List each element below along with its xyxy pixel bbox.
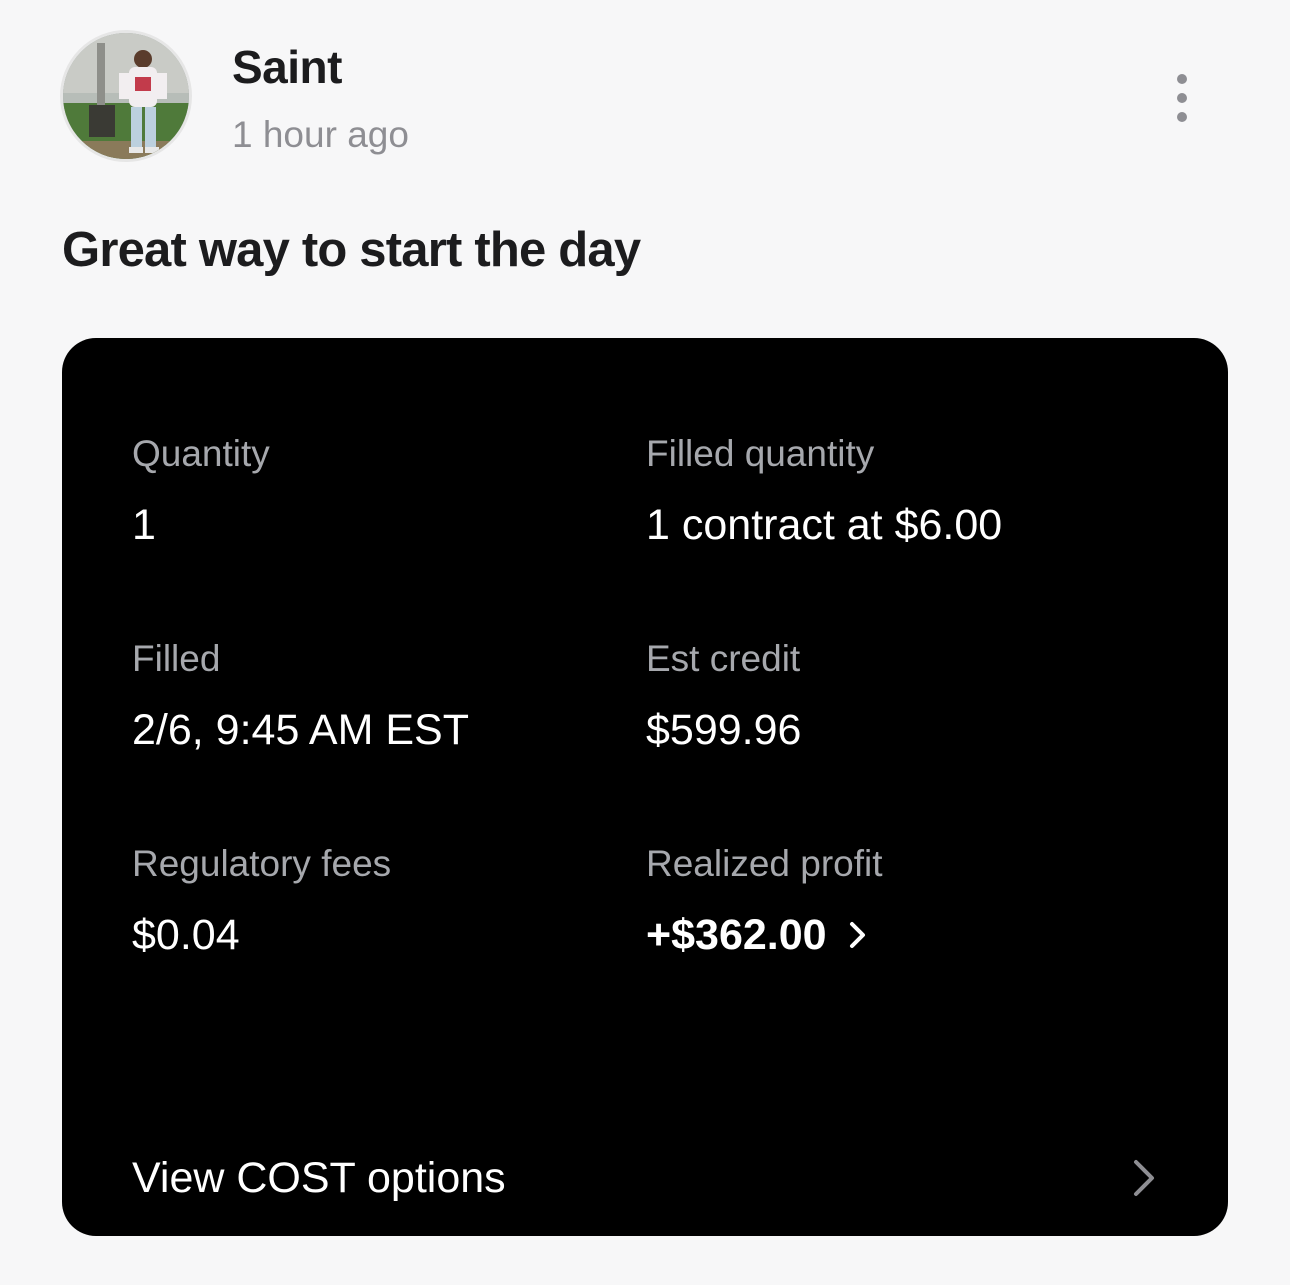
filled-quantity-label: Filled quantity — [646, 433, 875, 474]
post-header: Saint 1 hour ago — [60, 30, 1230, 170]
realized-profit-field[interactable]: Realized profit +$362.00 — [646, 842, 883, 960]
est-credit-field: Est credit $599.96 — [646, 637, 801, 755]
filled-quantity-field: Filled quantity 1 contract at $6.00 — [646, 432, 1002, 550]
author-name[interactable]: Saint — [232, 40, 342, 94]
regulatory-fees-field: Regulatory fees $0.04 — [132, 842, 391, 960]
realized-profit-label: Realized profit — [646, 843, 883, 884]
view-options-row[interactable]: View COST options — [132, 1150, 1156, 1206]
chevron-right-icon — [849, 922, 865, 948]
post-caption: Great way to start the day — [62, 223, 641, 277]
regulatory-fees-value: $0.04 — [132, 911, 240, 959]
menu-dot — [1177, 74, 1187, 84]
realized-profit-link[interactable]: +$362.00 — [646, 910, 883, 960]
est-credit-value: $599.96 — [646, 706, 802, 754]
realized-profit-value: +$362.00 — [646, 911, 827, 959]
avatar-photo — [63, 33, 189, 159]
filled-quantity-value: 1 contract at $6.00 — [646, 501, 1003, 549]
menu-dot — [1177, 112, 1187, 122]
regulatory-fees-label: Regulatory fees — [132, 843, 392, 884]
est-credit-label: Est credit — [646, 638, 801, 679]
quantity-field: Quantity 1 — [132, 432, 270, 550]
order-detail-card[interactable]: Quantity 1 Filled quantity 1 contract at… — [62, 338, 1228, 1236]
avatar[interactable] — [60, 30, 192, 162]
post-timestamp: 1 hour ago — [232, 114, 409, 155]
more-options-icon[interactable] — [1164, 74, 1200, 122]
filled-field: Filled 2/6, 9:45 AM EST — [132, 637, 469, 755]
quantity-label: Quantity — [132, 433, 270, 474]
chevron-right-icon — [1134, 1160, 1154, 1196]
filled-value: 2/6, 9:45 AM EST — [132, 706, 470, 754]
view-options-label: View COST options — [132, 1153, 506, 1202]
filled-label: Filled — [132, 638, 221, 679]
quantity-value: 1 — [132, 501, 156, 549]
menu-dot — [1177, 93, 1187, 103]
